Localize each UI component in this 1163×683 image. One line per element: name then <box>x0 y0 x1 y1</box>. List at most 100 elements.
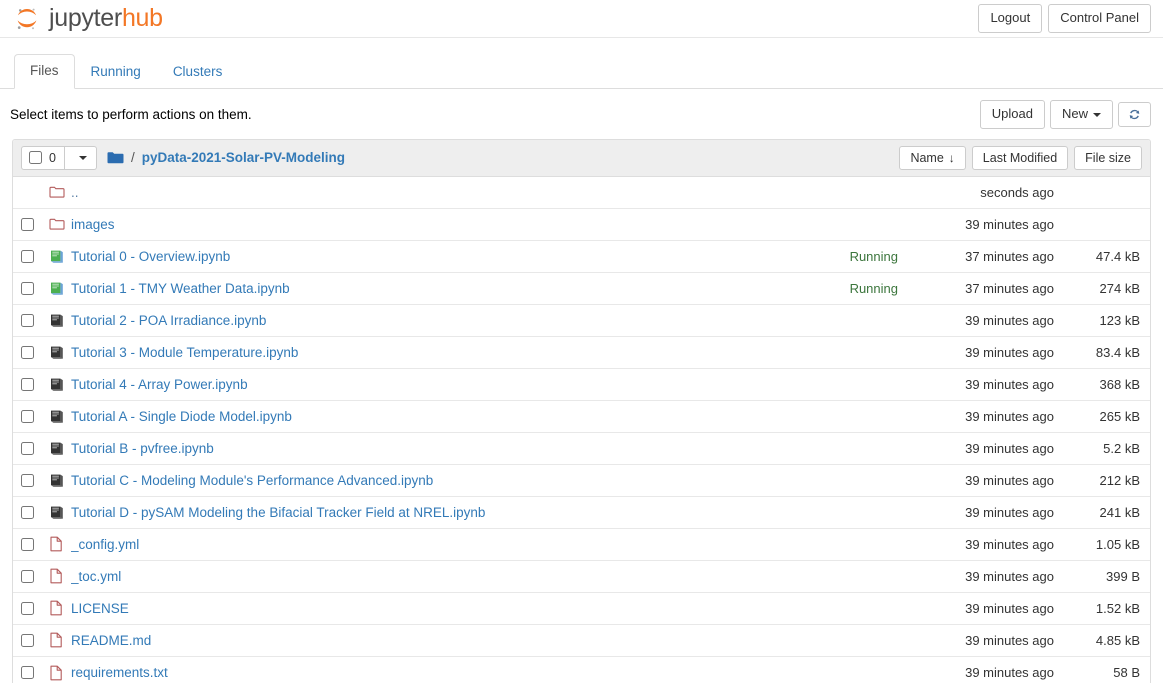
file-name-link[interactable]: Tutorial 2 - POA Irradiance.ipynb <box>71 313 898 328</box>
file-size-value: 47.4 kB <box>1095 248 1140 264</box>
file-icon[interactable] <box>45 665 71 681</box>
row-checkbox[interactable] <box>21 217 34 231</box>
row-checkbox[interactable] <box>21 377 34 391</box>
table-row[interactable]: _toc.yml 39 minutes ago 399 B <box>13 560 1150 593</box>
file-icon[interactable] <box>45 600 71 616</box>
row-checkbox[interactable] <box>21 569 34 583</box>
jupyterhub-logo-link[interactable]: jupyterhub <box>14 6 163 32</box>
table-row[interactable]: _config.yml 39 minutes ago 1.05 kB <box>13 528 1150 561</box>
row-checkbox-cell <box>21 473 45 487</box>
file-name-link[interactable]: .. <box>71 185 898 200</box>
notebook-icon[interactable] <box>45 409 71 424</box>
file-name-link[interactable]: Tutorial C - Modeling Module's Performan… <box>71 473 898 488</box>
table-row[interactable]: images 39 minutes ago <box>13 208 1150 241</box>
file-name-link[interactable]: Tutorial A - Single Diode Model.ipynb <box>71 409 898 424</box>
row-checkbox[interactable] <box>21 281 34 295</box>
file-icon[interactable] <box>45 568 71 584</box>
row-checkbox[interactable] <box>21 633 34 647</box>
last-modified-value: 39 minutes ago <box>965 536 1054 552</box>
top-navbar: jupyterhub Logout Control Panel <box>0 0 1163 38</box>
chevron-down-icon <box>78 155 87 160</box>
table-row[interactable]: LICENSE 39 minutes ago 1.52 kB <box>13 592 1150 625</box>
control-panel-button[interactable]: Control Panel <box>1048 4 1151 33</box>
file-size-value: 368 kB <box>1099 376 1140 392</box>
row-checkbox[interactable] <box>21 473 34 487</box>
new-dropdown-label: New <box>1061 106 1088 121</box>
table-row[interactable]: Tutorial A - Single Diode Model.ipynb 39 … <box>13 400 1150 433</box>
breadcrumb-current-folder[interactable]: pyData-2021-Solar-PV-Modeling <box>142 150 345 165</box>
table-row[interactable]: Tutorial 0 - Overview.ipynb Running 37 min… <box>13 240 1150 273</box>
sort-by-name-button[interactable]: Name ↓ <box>899 145 966 170</box>
file-name-link[interactable]: images <box>71 217 898 232</box>
row-checkbox[interactable] <box>21 345 34 359</box>
table-row[interactable]: Tutorial 2 - POA Irradiance.ipynb 39 minu… <box>13 304 1150 337</box>
notebook-icon[interactable] <box>45 345 71 360</box>
table-row[interactable]: Tutorial D - pySAM Modeling the Bifacial… <box>13 496 1150 529</box>
row-checkbox[interactable] <box>21 601 34 615</box>
last-modified-value: seconds ago <box>980 184 1054 200</box>
row-checkbox[interactable] <box>21 666 34 680</box>
tab-clusters[interactable]: Clusters <box>157 55 239 89</box>
row-checkbox-cell <box>21 377 45 391</box>
select-menu-button[interactable] <box>64 145 97 170</box>
notebook-icon[interactable] <box>45 377 71 392</box>
row-checkbox[interactable] <box>21 249 34 263</box>
file-name-link[interactable]: Tutorial B - pvfree.ipynb <box>71 441 898 456</box>
sort-by-size-button[interactable]: File size <box>1074 145 1142 170</box>
file-name-link[interactable]: requirements.txt <box>71 665 898 680</box>
upload-button[interactable]: Upload <box>979 100 1045 129</box>
folder-icon[interactable] <box>107 151 124 165</box>
last-modified-value: 39 minutes ago <box>965 568 1054 584</box>
select-all-box[interactable]: 0 <box>21 145 65 170</box>
notebook-icon[interactable] <box>45 441 71 456</box>
file-name-link[interactable]: LICENSE <box>71 601 898 616</box>
folder-icon[interactable] <box>45 217 71 231</box>
file-name-link[interactable]: _config.yml <box>71 537 898 552</box>
file-icon[interactable] <box>45 536 71 552</box>
sort-by-modified-button[interactable]: Last Modified <box>971 145 1069 170</box>
notebook-icon[interactable] <box>45 313 71 328</box>
file-name-link[interactable]: Tutorial 3 - Module Temperature.ipynb <box>71 345 898 360</box>
file-name-link[interactable]: Tutorial 1 - TMY Weather Data.ipynb <box>71 281 850 296</box>
table-row[interactable]: requirements.txt 39 minutes ago 58 B <box>13 656 1150 683</box>
row-checkbox[interactable] <box>21 409 34 423</box>
tab-list: Files Running Clusters <box>12 54 1151 89</box>
select-all-checkbox[interactable] <box>29 151 42 165</box>
folder-icon[interactable] <box>45 185 71 199</box>
file-name-link[interactable]: README.md <box>71 633 898 648</box>
row-checkbox-cell <box>21 217 45 231</box>
table-row[interactable]: .. seconds ago <box>13 176 1150 209</box>
file-name-link[interactable]: Tutorial 0 - Overview.ipynb <box>71 249 850 264</box>
file-icon[interactable] <box>45 632 71 648</box>
file-name-link[interactable]: Tutorial 4 - Array Power.ipynb <box>71 377 898 392</box>
notebook-icon[interactable] <box>45 473 71 488</box>
tab-running[interactable]: Running <box>75 55 157 89</box>
table-row[interactable]: Tutorial B - pvfree.ipynb 39 minutes ago 5… <box>13 432 1150 465</box>
tab-files[interactable]: Files <box>14 54 75 89</box>
notebook-icon[interactable] <box>45 505 71 520</box>
row-checkbox[interactable] <box>21 313 34 327</box>
last-modified-value: 39 minutes ago <box>965 376 1054 392</box>
status-badge: Running <box>849 280 898 296</box>
refresh-icon <box>1128 108 1141 121</box>
row-checkbox-cell <box>21 633 45 647</box>
last-modified-value: 39 minutes ago <box>965 408 1054 424</box>
file-name-link[interactable]: Tutorial D - pySAM Modeling the Bifacial… <box>71 505 898 520</box>
table-row[interactable]: Tutorial 4 - Array Power.ipynb 39 minutes… <box>13 368 1150 401</box>
notebook-running-icon[interactable] <box>45 249 71 264</box>
row-checkbox[interactable] <box>21 441 34 455</box>
table-row[interactable]: Tutorial 1 - TMY Weather Data.ipynb Runni… <box>13 272 1150 305</box>
last-modified-value: 39 minutes ago <box>965 440 1054 456</box>
refresh-button[interactable] <box>1118 101 1151 127</box>
logout-button[interactable]: Logout <box>978 4 1043 33</box>
row-checkbox[interactable] <box>21 505 34 519</box>
row-checkbox[interactable] <box>21 537 34 551</box>
notebook-running-icon[interactable] <box>45 281 71 296</box>
new-dropdown-button[interactable]: New <box>1049 100 1113 129</box>
action-toolbar: Select items to perform actions on them.… <box>0 89 1163 139</box>
table-row[interactable]: README.md 39 minutes ago 4.85 kB <box>13 624 1150 657</box>
table-row[interactable]: Tutorial C - Modeling Module's Performan… <box>13 464 1150 497</box>
file-name-link[interactable]: _toc.yml <box>71 569 898 584</box>
file-rows-container: .. seconds ago images 39 minutes ago Tutoria… <box>13 176 1150 683</box>
table-row[interactable]: Tutorial 3 - Module Temperature.ipynb 39 … <box>13 336 1150 369</box>
